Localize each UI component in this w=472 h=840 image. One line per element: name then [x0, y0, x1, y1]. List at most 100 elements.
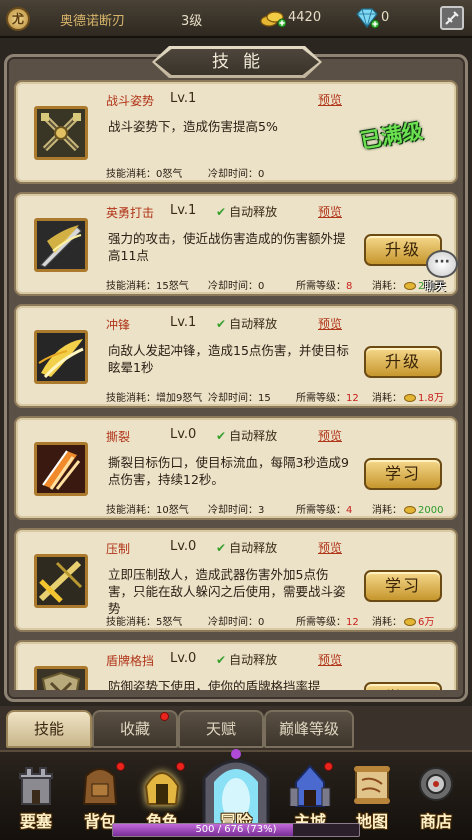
nav-label: 商店 [419, 812, 452, 831]
heroic-strike-icon [37, 221, 85, 269]
preview-link[interactable]: 预览 [318, 427, 342, 444]
rend-icon [37, 445, 85, 493]
chat-button[interactable]: ··· 聊天 [420, 250, 464, 296]
skill-level: Lv.0 [170, 427, 197, 442]
required-level: 所需等级：12 [296, 393, 359, 404]
skill-icon-frame[interactable] [34, 666, 88, 690]
skill-card[interactable]: 战斗姿势 Lv.1 预览 战斗姿势下，造成伤害提高5% 技能消耗：0怒气 冷却时… [14, 80, 458, 184]
diamond-icon [356, 8, 380, 29]
skill-description: 向敌人发起冲锋，造成15点伤害，并使目标眩晕1秒 [108, 343, 349, 375]
upgrade-button[interactable]: 升级 [364, 346, 442, 378]
auto-cast-toggle[interactable]: ✔ 自动释放 [216, 427, 277, 444]
skill-cooldown: 冷却时间：3 [208, 505, 265, 516]
skill-card[interactable]: 英勇打击 Lv.1 ✔ 自动释放 预览 强力的攻击，使近战伤害造成的伤害额外提高1… [14, 192, 458, 296]
learn-button[interactable]: 学习 [364, 682, 442, 690]
tab-skills[interactable]: 技能 [6, 710, 92, 748]
skill-card[interactable]: 冲锋 Lv.1 ✔ 自动释放 预览 向敌人发起冲锋，造成15点伤害，并使目标眩晕1… [14, 304, 458, 408]
skill-icon-frame[interactable] [34, 330, 88, 384]
skill-list[interactable]: 战斗姿势 Lv.1 预览 战斗姿势下，造成伤害提高5% 技能消耗：0怒气 冷却时… [14, 80, 458, 690]
nav-label: 要塞 [19, 812, 52, 831]
check-icon: ✔ [216, 205, 227, 219]
nav-backpack[interactable]: 背包 [68, 760, 132, 832]
learn-button[interactable]: 学习 [364, 570, 442, 602]
maxed-badge: 已满级 [358, 117, 425, 154]
shield-block-icon [37, 669, 85, 690]
skill-name: 压制 [106, 542, 131, 556]
top-status-bar: 尤 奥德诺断刃 3级 4420 0 [0, 0, 472, 38]
notification-dot [324, 762, 333, 771]
nav-fortress[interactable]: 要塞 [4, 760, 68, 832]
overpower-icon [37, 557, 85, 605]
skill-card[interactable]: 盾牌格挡 Lv.0 ✔自动释放 预览 防御姿势下使用，使你的盾牌格挡率提 学习 [14, 640, 458, 690]
skill-cooldown: 冷却时间：15 [208, 393, 271, 404]
skill-icon-frame[interactable] [34, 106, 88, 160]
skill-cooldown: 冷却时间：0 [208, 169, 265, 180]
auto-cast-toggle[interactable]: ✔ 自动释放 [216, 539, 277, 556]
skill-cost: 技能消耗：增加9怒气 [106, 393, 203, 404]
nav-map[interactable]: 地图 [340, 760, 404, 832]
required-level: 所需等级：4 [296, 505, 353, 516]
skill-description: 撕裂目标伤口，使目标流血，每隔3秒造成9点伤害，持续12秒。 [108, 455, 349, 487]
skill-name: 英勇打击 [106, 206, 155, 220]
auto-cast-toggle[interactable]: ✔ 自动释放 [216, 651, 277, 668]
skill-level: Lv.1 [170, 315, 197, 330]
experience-text: 500 / 676 (73%) [195, 824, 277, 835]
auto-cast-toggle[interactable]: ✔ 自动释放 [216, 203, 277, 220]
auto-cast-toggle[interactable]: ✔ 自动释放 [216, 315, 277, 332]
panel-title-plate: 技能 [152, 46, 322, 78]
learn-cost: 消耗： 2000 [372, 505, 444, 516]
gold-coin-icon [404, 394, 416, 402]
skill-cooldown: 冷却时间：0 [208, 281, 265, 292]
skill-cost: 技能消耗：10怒气 [106, 505, 189, 516]
settings-button[interactable] [440, 6, 464, 30]
skill-level: Lv.0 [170, 651, 197, 666]
upgrade-cost: 消耗： 1.8万 [372, 393, 444, 404]
preview-link[interactable]: 预览 [318, 315, 342, 332]
gold-coin-icon [404, 618, 416, 626]
tab-talents[interactable]: 天赋 [178, 710, 264, 748]
skill-icon-frame[interactable] [34, 442, 88, 496]
panel-title: 技能 [155, 49, 319, 75]
notification-dot [160, 712, 169, 721]
skill-icon-frame[interactable] [34, 218, 88, 272]
skill-description: 战斗姿势下，造成伤害提高5% [108, 119, 278, 134]
settings-icon [445, 11, 459, 25]
learn-button[interactable]: 学习 [364, 458, 442, 490]
scroll-map-icon [354, 766, 390, 804]
preview-link[interactable]: 预览 [318, 203, 342, 220]
fortress-icon [19, 767, 53, 805]
skill-description: 立即压制敌人，造成武器伤害外加5点伤害，只能在敌人躲闪之后使用，需要战斗姿势 [108, 567, 346, 616]
gold-coin-icon [404, 506, 416, 514]
nav-main-city[interactable]: 主城 [278, 760, 342, 832]
gold-amount: 4420 [288, 10, 322, 25]
skill-level: Lv.0 [170, 539, 197, 554]
nav-shop[interactable]: 商店 [404, 760, 468, 832]
notification-dot [116, 762, 125, 771]
notification-dot [176, 762, 185, 771]
skill-name: 战斗姿势 [106, 94, 155, 108]
gem-amount: 0 [381, 10, 390, 25]
preview-link[interactable]: 预览 [318, 651, 342, 668]
charge-icon [37, 333, 85, 381]
chat-icon: ··· [426, 250, 458, 278]
skill-icon-frame[interactable] [34, 554, 88, 608]
nav-character[interactable]: 角色 [130, 760, 194, 832]
shop-icon [419, 767, 453, 801]
gold-coins-icon [260, 11, 286, 28]
guild-emblem-icon[interactable]: 尤 [6, 7, 30, 31]
skill-card[interactable]: 撕裂 Lv.0 ✔ 自动释放 预览 撕裂目标伤口，使目标流血，每隔3秒造成9点伤害… [14, 416, 458, 520]
crossed-swords-icon [37, 109, 85, 157]
player-name: 奥德诺断刃 [60, 14, 126, 29]
skill-name: 盾牌格挡 [106, 654, 155, 668]
gold-coin-icon [404, 282, 416, 290]
preview-link[interactable]: 预览 [318, 91, 342, 108]
tab-paragon-level[interactable]: 巅峰等级 [264, 710, 354, 748]
skill-level: Lv.1 [170, 91, 197, 106]
skill-card[interactable]: 压制 Lv.0 ✔ 自动释放 预览 立即压制敌人，造成武器伤害外加5点伤害，只能在… [14, 528, 458, 632]
preview-link[interactable]: 预览 [318, 539, 342, 556]
skill-cost: 技能消耗：0怒气 [106, 169, 183, 180]
learn-cost: 消耗： 6万 [372, 617, 435, 628]
skill-cost: 技能消耗：15怒气 [106, 281, 189, 292]
skill-description: 防御姿势下使用，使你的盾牌格挡率提 [108, 679, 321, 690]
skill-cost: 技能消耗：5怒气 [106, 617, 183, 628]
